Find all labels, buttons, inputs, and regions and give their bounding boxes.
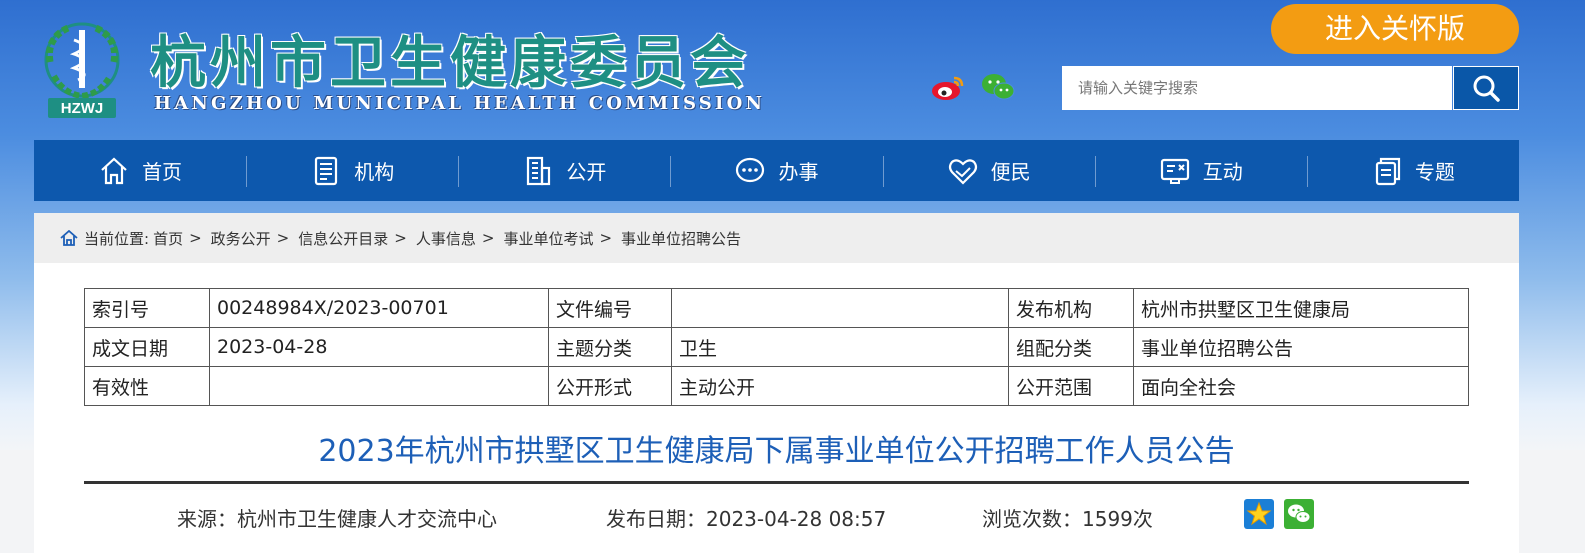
meta-value: 00248984X/2023-00701: [209, 288, 549, 328]
table-row: 有效性 公开形式 主动公开 公开范围 面向全社会: [84, 366, 1469, 406]
nav-label: 办事: [778, 160, 819, 184]
logo-text: HZWJ: [61, 100, 104, 117]
nav-label: 专题: [1414, 160, 1455, 184]
article-publish-date: 发布日期：2023-04-28 08:57: [606, 507, 887, 531]
nav-item-topics[interactable]: 专题: [1306, 140, 1519, 201]
nav-label: 机构: [354, 160, 395, 184]
meta-key: 组配分类: [1008, 327, 1134, 367]
breadcrumb-item-exams[interactable]: 事业单位考试: [503, 228, 593, 249]
breadcrumb-item-catalog[interactable]: 信息公开目录: [298, 228, 388, 249]
nav-label: 便民: [990, 160, 1031, 184]
search-button[interactable]: [1453, 66, 1519, 110]
page-margin-right: [1519, 450, 1585, 548]
meta-key: 文件编号: [548, 288, 672, 328]
board-icon: [1160, 158, 1189, 184]
building-icon: [527, 156, 551, 185]
nav-item-home[interactable]: 首页: [34, 140, 246, 201]
meta-value: 杭州市拱墅区卫生健康局: [1133, 288, 1469, 328]
meta-value: 卫生: [671, 327, 1009, 367]
wechat-icon: [1288, 504, 1311, 523]
nav-item-organization[interactable]: 机构: [246, 140, 458, 201]
breadcrumb-separator: >: [599, 229, 613, 247]
meta-key: 发布机构: [1008, 288, 1134, 328]
heart-hands-icon: [948, 158, 977, 185]
layers-icon: [1375, 157, 1401, 185]
page-margin-left: [0, 450, 34, 548]
breadcrumb-separator: >: [394, 229, 407, 247]
weibo-icon[interactable]: [930, 72, 966, 102]
meta-key: 主题分类: [548, 327, 672, 367]
meta-value: [671, 288, 1009, 328]
search-input[interactable]: [1062, 66, 1452, 110]
nav-item-interaction[interactable]: 互动: [1094, 140, 1307, 201]
article-views: 浏览次数：1599次: [982, 507, 1153, 531]
breadcrumb-separator: >: [276, 229, 290, 247]
meta-value: 面向全社会: [1133, 366, 1469, 406]
article-source: 来源：杭州市卫生健康人才交流中心: [177, 507, 497, 531]
home-icon: [101, 157, 127, 184]
breadcrumb-separator: >: [481, 229, 495, 247]
wechat-icon[interactable]: [980, 72, 1016, 102]
logo-emblem: HZWJ: [44, 22, 120, 118]
meta-key: 公开形式: [548, 366, 672, 406]
meta-key: 成文日期: [84, 327, 210, 367]
metadata-table: 索引号 00248984X/2023-00701 文件编号 发布机构 杭州市拱墅…: [84, 288, 1469, 406]
site-subtitle-en: HANGZHOU MUNICIPAL HEALTH COMMISSION: [154, 93, 766, 114]
nav-label: 首页: [142, 160, 183, 184]
meta-key: 有效性: [84, 366, 210, 406]
site-title: 杭州市卫生健康委员会: [150, 31, 750, 96]
breadcrumb-prefix: 当前位置:: [84, 229, 150, 248]
breadcrumb-item-personnel[interactable]: 人事信息: [416, 228, 476, 249]
title-divider: [84, 481, 1469, 484]
breadcrumb: 当前位置: 首页 > 政务公开 > 信息公开目录 > 人事信息 > 事业单位考试…: [34, 213, 1519, 263]
chat-icon: [736, 157, 765, 182]
main-content: 当前位置: 首页 > 政务公开 > 信息公开目录 > 人事信息 > 事业单位考试…: [34, 213, 1519, 553]
search-icon: [1473, 75, 1500, 102]
table-row: 索引号 00248984X/2023-00701 文件编号 发布机构 杭州市拱墅…: [84, 288, 1469, 328]
document-icon: [315, 156, 338, 185]
home-icon: [60, 230, 78, 246]
breadcrumb-item-recruitment[interactable]: 事业单位招聘公告: [621, 228, 741, 249]
nav-item-services[interactable]: 办事: [670, 140, 882, 201]
meta-value: [209, 366, 549, 406]
table-row: 成文日期 2023-04-28 主题分类 卫生 组配分类 事业单位招聘公告: [84, 327, 1469, 367]
meta-value: 事业单位招聘公告: [1133, 327, 1469, 367]
meta-value: 主动公开: [671, 366, 1009, 406]
care-version-button[interactable]: 进入关怀版: [1271, 4, 1519, 54]
main-nav: 首页 机构 公开 办事 便民 互动 专题: [34, 140, 1519, 201]
meta-key: 公开范围: [1008, 366, 1134, 406]
nav-item-convenience[interactable]: 便民: [882, 140, 1095, 201]
breadcrumb-item-government-affairs[interactable]: 政务公开: [211, 228, 271, 249]
star-icon: [1246, 501, 1272, 526]
nav-label: 公开: [566, 160, 607, 184]
breadcrumb-item-home[interactable]: 首页: [153, 228, 183, 249]
article-title: 2023年杭州市拱墅区卫生健康局下属事业单位公开招聘工作人员公告: [318, 434, 1235, 469]
nav-label: 互动: [1202, 160, 1243, 184]
favorite-button[interactable]: [1244, 499, 1274, 529]
breadcrumb-separator: >: [189, 229, 202, 247]
meta-key: 索引号: [84, 288, 210, 328]
nav-item-disclosure[interactable]: 公开: [458, 140, 670, 201]
meta-value: 2023-04-28: [209, 327, 549, 367]
share-wechat-button[interactable]: [1284, 499, 1314, 529]
